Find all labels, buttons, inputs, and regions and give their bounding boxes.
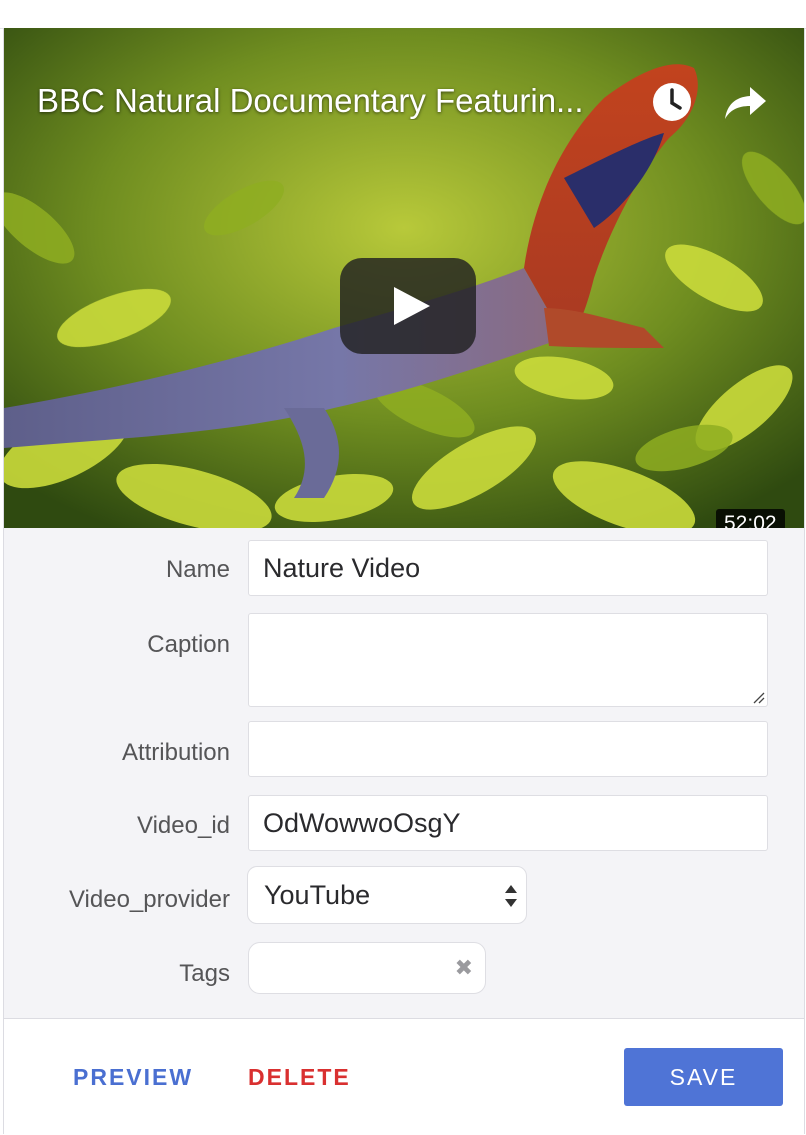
video-id-label: Video_id xyxy=(137,812,230,839)
save-button[interactable]: SAVE xyxy=(624,1048,783,1106)
video-id-input[interactable]: OdWowwoOsgY xyxy=(248,795,768,851)
attribution-label: Attribution xyxy=(121,739,230,766)
play-button[interactable] xyxy=(340,258,476,354)
delete-button[interactable]: DELETE xyxy=(248,1064,351,1091)
video-player[interactable]: BBC Natural Documentary Featurin... 52:0… xyxy=(4,28,804,528)
name-input[interactable]: Nature Video xyxy=(248,540,768,596)
select-arrows-icon xyxy=(505,885,517,907)
video-provider-value: YouTube xyxy=(264,880,371,910)
share-arrow-icon[interactable] xyxy=(722,83,768,123)
preview-button[interactable]: PREVIEW xyxy=(73,1064,193,1091)
video-provider-label: Video_provider xyxy=(68,886,230,913)
video-title[interactable]: BBC Natural Documentary Featurin... xyxy=(37,82,647,120)
name-label: Name xyxy=(165,556,230,583)
play-icon xyxy=(394,287,430,325)
attribution-input[interactable] xyxy=(248,721,768,777)
caption-label: Caption xyxy=(147,631,230,658)
tags-label: Tags xyxy=(179,960,230,987)
video-provider-select[interactable]: YouTube xyxy=(247,866,527,924)
clear-icon[interactable]: ✖ xyxy=(455,957,473,979)
caption-textarea[interactable] xyxy=(248,613,768,707)
tags-input[interactable]: ✖ xyxy=(248,942,486,994)
resize-grip-icon[interactable] xyxy=(751,690,765,704)
top-strip xyxy=(0,0,806,29)
clock-icon[interactable] xyxy=(651,81,693,123)
video-duration: 52:02 xyxy=(716,509,785,528)
